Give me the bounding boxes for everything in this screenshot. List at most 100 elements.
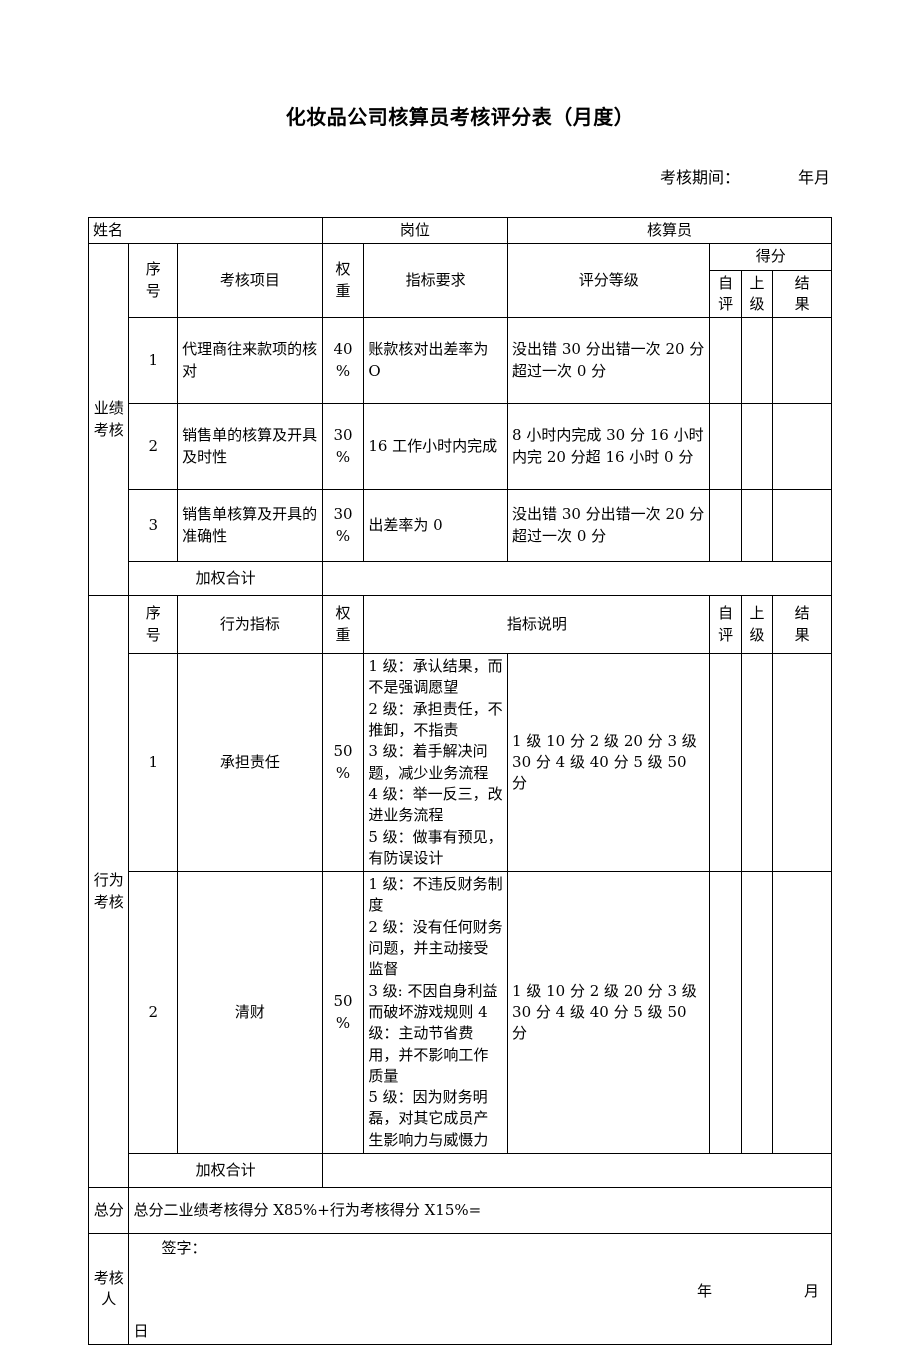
behavior-header-description: 指标说明 [363,595,711,655]
perf-row1-requirement: 账款核对出差率为 O [363,317,509,405]
signature-date: 年月 [133,1281,827,1302]
perf-row1-superior[interactable] [740,317,774,405]
behavior-header-no-char2: 号 [145,625,161,644]
signature-label: 签字： [161,1239,207,1258]
header-item: 考核项目 [177,243,323,319]
section-label-behavior-text: 行为 考核 [93,871,124,911]
header-self-char1: 自 [718,273,734,292]
behavior-row1-superior[interactable] [740,653,774,873]
behavior-row2-self[interactable] [709,871,742,1155]
behavior-row2-levels: 1 级：不违反财务制度 2 级：没有任何财务问题，并主动接受监督 3 级: 不因… [363,871,509,1155]
header-score-group: 得分 [709,243,832,271]
behavior-header-self-char1: 自 [718,604,734,623]
perf-row1-result[interactable] [772,317,832,405]
perf-row1-item: 代理商往来款项的核对 [177,317,323,405]
header-result: 结 果 [772,269,832,319]
section-label-performance-line1: 业绩 考核 [93,399,124,439]
behavior-row2-no: 2 [128,871,179,1155]
header-grade: 评分等级 [507,243,711,319]
header-superior: 上 级 [740,269,774,319]
perf-row3-self[interactable] [709,489,742,563]
header-weight-char1: 权 [335,260,351,279]
behavior-row1-indicator: 承担责任 [177,653,323,873]
position-label: 岗位 [321,216,509,245]
behavior-header-weight-char1: 权 [335,604,351,623]
page-title: 化妆品公司核算员考核评分表（月度） [285,105,635,129]
table-row: 1 承担责任 50% 1 级：承认结果，而不是强调愿望 2 级：承担责任，不推卸… [89,653,832,873]
perf-row2-superior[interactable] [740,403,774,491]
behavior-header-superior: 上级 [740,595,774,655]
section-label-behavior: 行为 考核 [87,595,130,1189]
document-page: 化妆品公司核算员考核评分表（月度） 考核期间： 年月 姓名 岗位 核算员 业绩 考核 [0,0,920,1345]
behavior-row2-level-3: 3 级: 不因自身利益而破坏游戏规则 4 级：主动节省费用，并不影响工作质量 [368,981,498,1085]
behavior-row2-level-1: 1 级：不违反财务制度 [368,875,503,915]
perf-row2-item: 销售单的核算及开具及时性 [177,403,323,491]
behavior-row2-superior[interactable] [740,871,774,1155]
behavior-row2-weight: 50% [321,871,365,1155]
total-label: 总分 [87,1187,130,1235]
header-result-char1: 结 [794,273,810,292]
perf-row2-weight: 30% [321,403,365,491]
behavior-row1-self[interactable] [709,653,742,873]
perf-row3-no: 3 [128,489,179,563]
perf-row2-requirement: 16 工作小时内完成 [363,403,509,491]
behavior-row2-scoring: 1 级 10 分 2 级 20 分 3 级 30 分 4 级 40 分 5 级 … [507,871,711,1155]
behavior-row1-weight: 50% [321,653,365,873]
perf-row3-requirement: 出差率为 0 [363,489,509,563]
signature-month: 月 [803,1282,819,1301]
behavior-row2-indicator: 清财 [177,871,323,1155]
assessor-signature-cell[interactable]: 签字： 年月 日 [128,1233,832,1345]
behavior-header-result: 结 果 [772,595,832,655]
table-row-total: 总分 总分二业绩考核得分 X85%+行为考核得分 X15%= [87,1187,832,1235]
perf-row1-no: 1 [128,317,179,405]
table-row-perf-subtotal: 加权合计 [89,561,833,597]
evaluation-table: 姓名 岗位 核算员 业绩考核 序号 序 号 考核项目 权 重 指标要求 评分等级… [87,216,833,1345]
table-row-assessor: 考核人 签字： 年月 日 [87,1233,832,1345]
table-row-identity: 姓名 岗位 核算员 [88,216,832,245]
table-row: 2 销售单的核算及开具及时性 30% 16 工作小时内完成 8 小时内完成 30… [89,403,832,491]
behavior-row1-scoring: 1 级 10 分 2 级 20 分 3 级 30 分 4 级 40 分 5 级 … [507,653,711,873]
behavior-subtotal-value[interactable] [321,1153,833,1189]
perf-row2-result[interactable] [772,403,832,491]
header-weight-char2: 重 [335,281,351,300]
table-row: 1 代理商往来款项的核对 40% 账款核对出差率为 O 没出错 30 分出错一次… [89,317,832,405]
perf-row2-self[interactable] [709,403,742,491]
header-requirement: 指标要求 [363,243,509,319]
perf-row2-grade: 8 小时内完成 30 分 16 小时内完 20 分超 16 小时 0 分 [507,403,711,491]
behavior-header-result-char1: 结 [794,604,810,623]
perf-row1-grade: 没出错 30 分出错一次 20 分超过一次 0 分 [507,317,711,405]
behavior-header-result-char2: 果 [794,625,810,644]
header-self: 自 评 [709,269,742,319]
perf-row3-item: 销售单核算及开具的准确性 [177,489,323,563]
table-row: 3 销售单核算及开具的准确性 30% 出差率为 0 没出错 30 分出错一次 2… [89,489,832,563]
header-result-char2: 果 [794,294,810,313]
table-row: 2 清财 50% 1 级：不违反财务制度 2 级：没有任何财务问题，并主动接受监… [89,871,832,1155]
assessor-label-text: 考核人 [93,1268,124,1308]
perf-row3-superior[interactable] [740,489,774,563]
assessment-period-value: 年月 [797,168,830,187]
header-no: 序号 序 号 [128,243,179,319]
behavior-row1-level-3: 3 级：着手解决问题，减少业务流程 [368,742,489,782]
table-row-perf-header-1: 业绩考核 序号 序 号 考核项目 权 重 指标要求 评分等级 得分 [87,243,832,597]
perf-row3-result[interactable] [772,489,832,563]
signature-year: 年 [696,1282,712,1301]
header-self-char2: 评 [718,294,734,313]
total-formula[interactable]: 总分二业绩考核得分 X85%+行为考核得分 X15%= [128,1187,832,1235]
behavior-row2-result[interactable] [772,871,832,1155]
behavior-row1-level-2: 2 级：承担责任，不推卸，不指责 [368,699,503,740]
behavior-row1-level-1: 1 级：承认结果，而不是强调愿望 [368,657,503,697]
assessment-period: 考核期间： 年月 [88,145,832,207]
header-superior-char2: 级 [749,294,765,313]
perf-row3-weight: 30% [321,489,365,563]
assessment-period-label: 考核期间： [659,168,740,187]
behavior-subtotal-label: 加权合计 [128,1153,323,1189]
table-row-behavior-header: 行为 考核 序 号 行为指标 权 重 指标说明 自 评 上级 结 果 [87,595,832,1189]
behavior-row1-result[interactable] [772,653,832,873]
behavior-row1-level-5: 5 级：做事有预见，有防误设计 [368,827,503,867]
perf-row1-self[interactable] [709,317,742,405]
perf-row2-no: 2 [128,403,179,491]
position-value: 核算员 [507,216,832,245]
perf-subtotal-value[interactable] [321,561,833,597]
header-weight: 权 重 [321,243,365,319]
table-row-behavior-subtotal: 加权合计 [89,1153,833,1189]
